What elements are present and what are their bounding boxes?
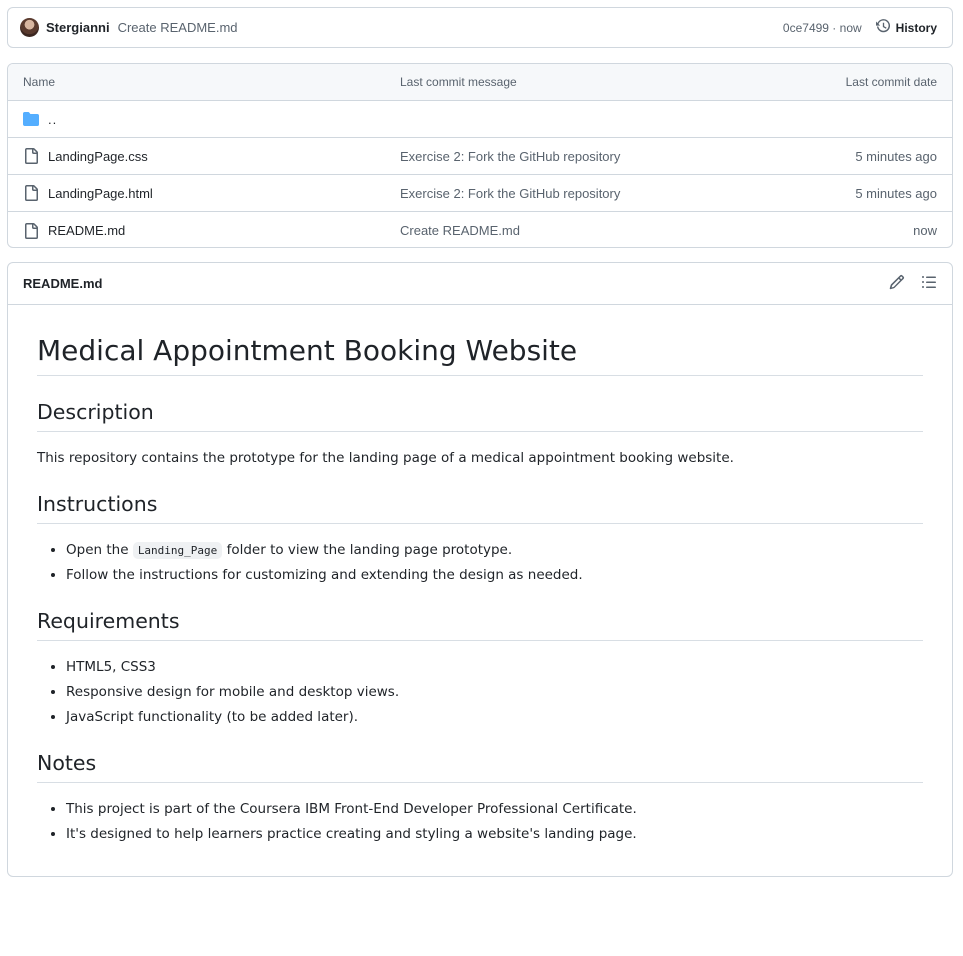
table-row[interactable]: README.md Create README.md now xyxy=(8,212,952,247)
list-item: Follow the instructions for customizing … xyxy=(66,565,923,585)
readme-header: README.md xyxy=(8,263,952,305)
header-name: Name xyxy=(23,75,56,89)
commit-sha[interactable]: 0ce7499 xyxy=(783,21,829,35)
table-row[interactable]: LandingPage.html Exercise 2: Fork the Gi… xyxy=(8,175,952,212)
inline-code: Landing_Page xyxy=(132,541,223,559)
section-heading-requirements: Requirements xyxy=(37,609,923,641)
commit-sha-time[interactable]: 0ce7499 · now xyxy=(783,21,862,35)
list-item: This project is part of the Coursera IBM… xyxy=(66,799,923,819)
list-icon[interactable] xyxy=(921,274,937,293)
header-message: Last commit message xyxy=(400,75,517,89)
file-commit-date: now xyxy=(913,223,937,238)
commit-time: now xyxy=(839,20,862,35)
history-icon xyxy=(875,18,891,37)
commit-author[interactable]: Stergianni xyxy=(46,20,110,35)
section-heading-notes: Notes xyxy=(37,751,923,783)
notes-list: This project is part of the Coursera IBM… xyxy=(37,799,923,845)
file-commit-message[interactable]: Exercise 2: Fork the GitHub repository xyxy=(400,149,737,164)
requirements-list: HTML5, CSS3 Responsive design for mobile… xyxy=(37,657,923,728)
commit-message[interactable]: Create README.md xyxy=(118,20,238,35)
list-item: Responsive design for mobile and desktop… xyxy=(66,682,923,702)
file-name-link[interactable]: README.md xyxy=(48,223,125,238)
list-item: HTML5, CSS3 xyxy=(66,657,923,677)
file-table-header: Name Last commit message Last commit dat… xyxy=(8,64,952,101)
file-icon xyxy=(23,185,39,201)
readme-content: Medical Appointment Booking Website Desc… xyxy=(8,305,952,845)
parent-directory-row[interactable]: .. xyxy=(8,101,952,138)
folder-icon xyxy=(23,111,39,127)
readme-filename[interactable]: README.md xyxy=(23,276,102,291)
history-label: History xyxy=(895,20,937,35)
avatar[interactable] xyxy=(20,18,39,37)
header-date: Last commit date xyxy=(845,75,937,89)
file-name-link[interactable]: LandingPage.html xyxy=(48,186,153,201)
description-text: This repository contains the prototype f… xyxy=(37,449,734,466)
instruction-text-pre: Open the xyxy=(66,541,129,558)
readme-panel: README.md Medical Appointment Booking We… xyxy=(7,262,953,877)
parent-directory-link[interactable]: .. xyxy=(48,112,57,127)
table-row[interactable]: LandingPage.css Exercise 2: Fork the Git… xyxy=(8,138,952,175)
instruction-text-post: folder to view the landing page prototyp… xyxy=(226,541,513,558)
file-commit-date: 5 minutes ago xyxy=(855,148,937,164)
list-item: Open the Landing_Page folder to view the… xyxy=(66,540,923,560)
file-icon xyxy=(23,222,39,239)
file-table: Name Last commit message Last commit dat… xyxy=(7,63,953,248)
readme-title: Medical Appointment Booking Website xyxy=(37,333,923,376)
pencil-icon[interactable] xyxy=(889,274,905,293)
file-icon xyxy=(23,148,39,164)
latest-commit-bar: Stergianni Create README.md 0ce7499 · no… xyxy=(7,7,953,48)
instructions-list: Open the Landing_Page folder to view the… xyxy=(37,540,923,586)
history-button[interactable]: History xyxy=(875,18,937,37)
section-heading-instructions: Instructions xyxy=(37,492,923,524)
file-name-link[interactable]: LandingPage.css xyxy=(48,149,148,164)
file-commit-message[interactable]: Create README.md xyxy=(400,223,737,238)
section-heading-description: Description xyxy=(37,400,923,432)
file-commit-date: 5 minutes ago xyxy=(855,185,937,201)
list-item: JavaScript functionality (to be added la… xyxy=(66,707,923,727)
file-commit-message[interactable]: Exercise 2: Fork the GitHub repository xyxy=(400,186,737,201)
list-item: It's designed to help learners practice … xyxy=(66,824,923,844)
